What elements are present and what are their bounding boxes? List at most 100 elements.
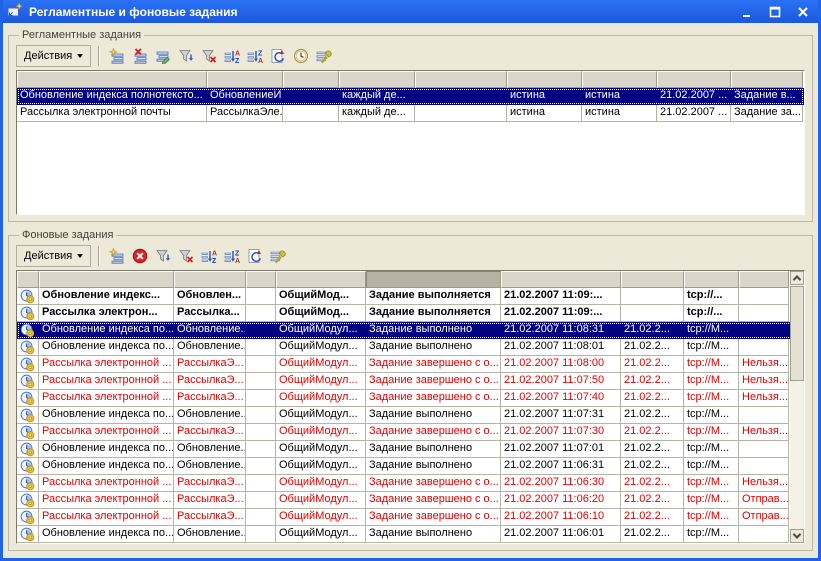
cell-name: Обновление...: [174, 407, 246, 424]
background-job-row[interactable]: Рассылка электронной ... РассылкаЭ... Об…: [17, 356, 804, 373]
cell-scheduled-job: Обновление индекса по...: [39, 526, 174, 543]
sort-desc-button[interactable]: Z A: [220, 245, 243, 267]
background-job-row[interactable]: Рассылка электронной ... РассылкаЭ... Об…: [17, 373, 804, 390]
scheduled-job-row[interactable]: Рассылка электронной почты РассылкаЭле..…: [17, 105, 804, 122]
cell-end: 21.02.2...: [621, 322, 684, 339]
background-job-row[interactable]: Обновление индекса по... Обновление... О…: [17, 458, 804, 475]
delete-job-button[interactable]: [128, 45, 151, 67]
cell-state: Задание завершено с о...: [366, 475, 501, 492]
delete-icon: [132, 48, 148, 64]
column-header[interactable]: [366, 271, 501, 288]
column-header[interactable]: [339, 71, 415, 88]
background-job-row[interactable]: Обновление индекса по... Обновление... О…: [17, 322, 804, 339]
background-job-row[interactable]: Рассылка электронной ... РассылкаЭ... Об…: [17, 424, 804, 441]
scroll-down-icon[interactable]: [790, 529, 804, 543]
column-header[interactable]: [621, 271, 684, 288]
column-header[interactable]: [17, 271, 39, 288]
actions-menu-button[interactable]: Действия: [16, 245, 91, 267]
job-clock-icon: [17, 509, 39, 526]
close-icon[interactable]: [795, 4, 811, 20]
clear-filter-button[interactable]: [197, 45, 220, 67]
cell-method: ОбщийМодул...: [276, 441, 366, 458]
schedule-button[interactable]: [289, 45, 312, 67]
edit-job-button[interactable]: [151, 45, 174, 67]
cell-method: ОбщийМод...: [276, 305, 366, 322]
cell-predefined: истина: [507, 105, 582, 122]
cell-state: Задание выполняется: [366, 305, 501, 322]
cell-name: Обновление...: [174, 526, 246, 543]
job-clock-icon: [17, 339, 39, 356]
cell-usage: истина: [582, 105, 657, 122]
column-header[interactable]: [507, 71, 582, 88]
svg-text:Z: Z: [235, 251, 240, 258]
vertical-scrollbar[interactable]: [790, 271, 804, 543]
background-job-row[interactable]: Обновление индекса по... Обновление... О…: [17, 441, 804, 458]
maximize-icon[interactable]: [767, 4, 783, 20]
edit-icon: [155, 48, 171, 64]
clear-filter-icon: [201, 48, 217, 64]
background-job-row[interactable]: Обновление индекса по... Обновление... О…: [17, 526, 804, 543]
sort-asc-button[interactable]: A Z: [197, 245, 220, 267]
sort-desc-icon: Z A: [224, 248, 240, 264]
scheduled-job-row[interactable]: Обновление индекса полнотексто... Обновл…: [17, 88, 804, 105]
cell-key: [246, 475, 276, 492]
column-header[interactable]: [739, 271, 789, 288]
cell-name: Обновление...: [174, 339, 246, 356]
minimize-icon[interactable]: [739, 4, 755, 20]
job-clock-icon: [17, 322, 39, 339]
cancel-job-button[interactable]: [128, 245, 151, 267]
filter-sort-button[interactable]: [151, 245, 174, 267]
scheduled-jobs-group-title: Регламентные задания: [19, 29, 144, 41]
column-header[interactable]: [501, 271, 621, 288]
cell-state: Задание выполнено: [366, 458, 501, 475]
scroll-up-icon[interactable]: [790, 271, 804, 285]
cell-start: 21.02.2007 11:06:10: [501, 509, 621, 526]
cell-state: Задание выполнено: [366, 407, 501, 424]
actions-menu-button[interactable]: Действия: [16, 45, 91, 67]
add-job-button[interactable]: [105, 45, 128, 67]
background-job-row[interactable]: Рассылка электрон... Рассылка... ОбщийМо…: [17, 305, 804, 322]
cell-key: [246, 339, 276, 356]
column-header[interactable]: [17, 71, 207, 88]
cell-end: 21.02.2...: [621, 492, 684, 509]
clear-filter-button[interactable]: [174, 245, 197, 267]
job-clock-icon: [17, 356, 39, 373]
add-job-button[interactable]: [105, 245, 128, 267]
column-header[interactable]: [684, 271, 739, 288]
sort-desc-button[interactable]: Z A: [243, 45, 266, 67]
cell-errors: [739, 288, 789, 305]
sort-asc-button[interactable]: A Z: [220, 45, 243, 67]
background-job-row[interactable]: Обновление индекса по... Обновление... О…: [17, 407, 804, 424]
column-header[interactable]: [283, 71, 339, 88]
title-bar: Регламентные и фоновые задания: [0, 0, 821, 23]
background-job-row[interactable]: Рассылка электронной ... РассылкаЭ... Об…: [17, 390, 804, 407]
column-header[interactable]: [415, 71, 507, 88]
column-header[interactable]: [246, 271, 276, 288]
cell-name: Рассылка...: [174, 305, 246, 322]
column-header[interactable]: [731, 71, 803, 88]
filter-sort-button[interactable]: [174, 45, 197, 67]
column-header[interactable]: [276, 271, 366, 288]
cell-scheduled-job: Обновление индекса по...: [39, 322, 174, 339]
refresh-button[interactable]: [243, 245, 266, 267]
background-job-row[interactable]: Рассылка электронной ... РассылкаЭ... Об…: [17, 492, 804, 509]
column-header[interactable]: [657, 71, 731, 88]
column-header[interactable]: [207, 71, 283, 88]
background-job-row[interactable]: Обновление индекса по... Обновление... О…: [17, 339, 804, 356]
column-header[interactable]: [174, 271, 246, 288]
cell-start: 21.02.2007 11:07:50: [501, 373, 621, 390]
background-job-row[interactable]: Рассылка электронной ... РассылкаЭ... Об…: [17, 509, 804, 526]
list-settings-button[interactable]: [266, 245, 289, 267]
cell-state: Задание выполняется: [366, 288, 501, 305]
filter-settings-icon: [178, 48, 194, 64]
scrollbar-thumb[interactable]: [790, 286, 804, 381]
list-settings-button[interactable]: [312, 45, 335, 67]
cell-state: Задание завершено с о...: [366, 492, 501, 509]
refresh-button[interactable]: [266, 45, 289, 67]
cell-start: 21.02.2007 11:06:30: [501, 475, 621, 492]
background-job-row[interactable]: Обновление индекс... Обновлен... ОбщийМо…: [17, 288, 804, 305]
cell-end: 21.02.2...: [621, 339, 684, 356]
column-header[interactable]: [39, 271, 174, 288]
background-job-row[interactable]: Рассылка электронной ... РассылкаЭ... Об…: [17, 475, 804, 492]
column-header[interactable]: [582, 71, 657, 88]
